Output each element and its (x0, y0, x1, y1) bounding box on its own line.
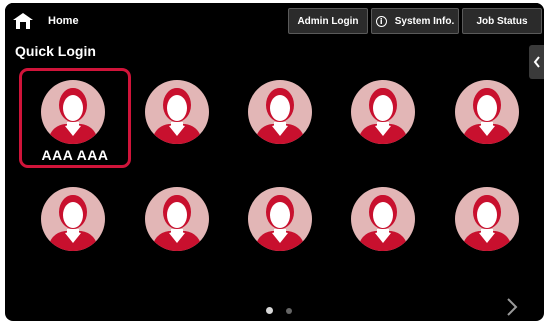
user-tile[interactable] (143, 78, 211, 146)
home-icon (13, 13, 33, 29)
user-avatar-icon (145, 187, 209, 251)
admin-login-button[interactable]: Admin Login (288, 8, 368, 34)
chevron-right-icon (507, 298, 518, 316)
user-tile[interactable] (246, 78, 314, 146)
user-avatar-icon (351, 80, 415, 144)
user-tile[interactable] (39, 185, 107, 253)
home-label: Home (48, 15, 79, 27)
user-avatar-icon (351, 187, 415, 251)
screen: Home Admin Login i System Info. Job Stat… (5, 3, 544, 321)
user-name-label: AAA AAA (41, 147, 109, 163)
user-tile[interactable] (453, 185, 521, 253)
user-tile[interactable] (143, 185, 211, 253)
home-button[interactable]: Home (12, 8, 79, 34)
section-title: Quick Login (15, 43, 96, 59)
user-avatar-icon (455, 187, 519, 251)
user-avatar-icon (455, 80, 519, 144)
user-avatar-icon (41, 80, 105, 144)
page-indicator-dot-active (266, 307, 273, 314)
side-panel-tab[interactable] (529, 45, 544, 79)
user-tile[interactable] (349, 78, 417, 146)
system-info-button[interactable]: i System Info. (371, 8, 459, 34)
page-indicator-dot (286, 308, 292, 314)
chevron-left-icon (533, 56, 540, 68)
system-info-label: System Info. (394, 15, 455, 27)
top-bar: Home Admin Login i System Info. Job Stat… (5, 3, 544, 39)
job-status-button[interactable]: Job Status (462, 8, 542, 34)
user-avatar-icon (248, 187, 312, 251)
user-avatar-icon (145, 80, 209, 144)
info-icon: i (375, 15, 387, 27)
user-tile[interactable] (349, 185, 417, 253)
next-page-button[interactable] (506, 297, 518, 321)
user-avatar-icon (248, 80, 312, 144)
user-avatar-icon (41, 187, 105, 251)
user-tile[interactable] (453, 78, 521, 146)
user-tile[interactable] (246, 185, 314, 253)
user-tile[interactable] (39, 78, 107, 146)
